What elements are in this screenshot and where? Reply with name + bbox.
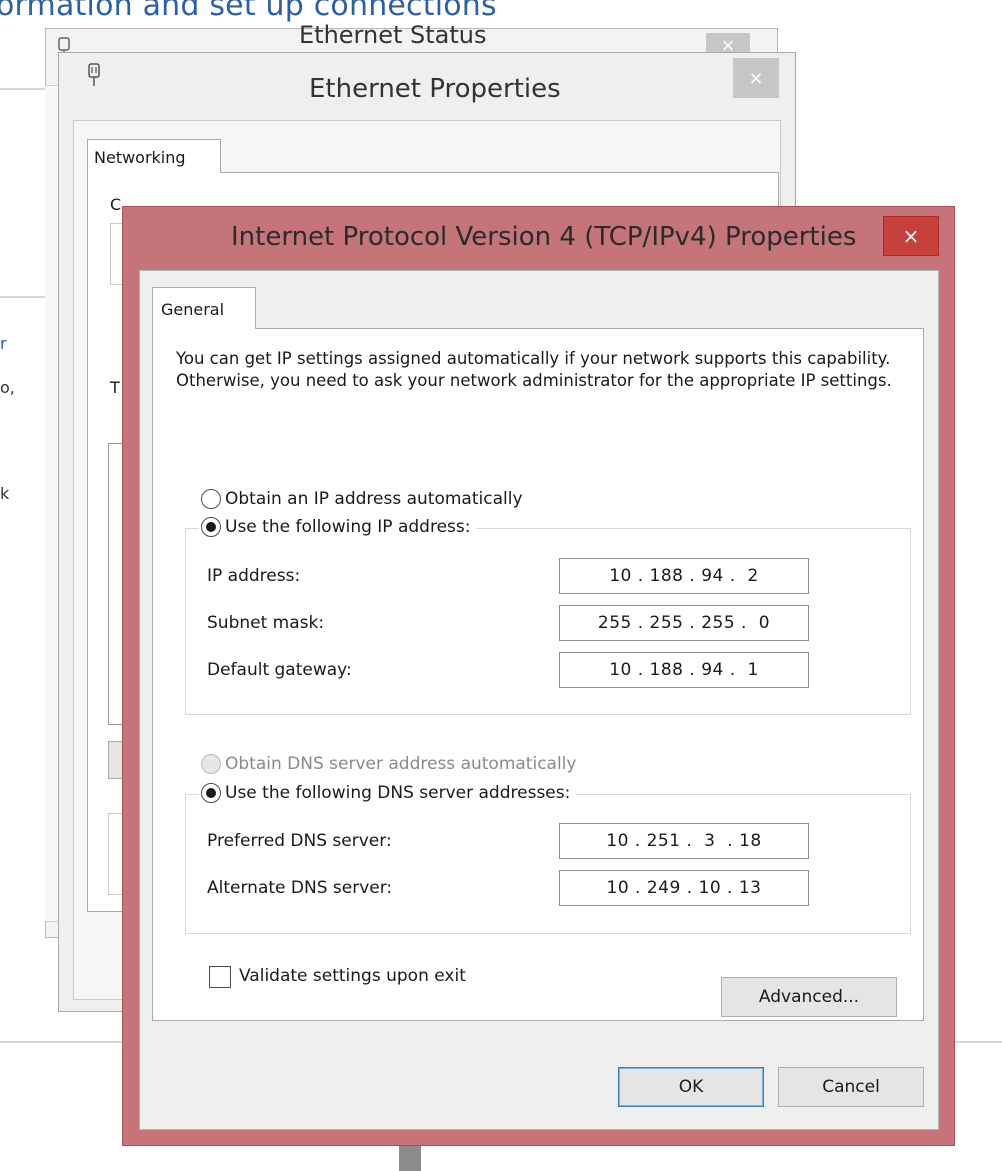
radio-label: Obtain an IP address automatically xyxy=(225,489,523,509)
window-title: Ethernet Properties xyxy=(309,74,561,104)
radio-indicator xyxy=(201,754,221,774)
ip-address-field[interactable]: 10 . 188 . 94 . 2 xyxy=(559,558,809,594)
advanced-button[interactable]: Advanced... xyxy=(721,977,897,1017)
dialog-body: General You can get IP settings assigned… xyxy=(139,270,939,1130)
obtain-ip-auto-radio[interactable]: Obtain an IP address automatically xyxy=(201,489,523,509)
background-text-fragment: o, xyxy=(0,378,15,397)
window-title: Ethernet Status xyxy=(299,21,487,49)
close-button[interactable]: × xyxy=(733,58,779,98)
close-button[interactable]: × xyxy=(883,216,939,256)
alternate-dns-label: Alternate DNS server: xyxy=(207,878,393,898)
subnet-mask-field[interactable]: 255 . 255 . 255 . 0 xyxy=(559,605,809,641)
connect-using-label: C xyxy=(110,195,122,214)
radio-label: Use the following IP address: xyxy=(225,517,471,537)
ip-address-label: IP address: xyxy=(207,566,301,586)
close-icon: × xyxy=(902,224,920,248)
network-adapter-icon xyxy=(88,63,100,86)
tab-networking[interactable]: Networking xyxy=(87,139,221,173)
default-gateway-label: Default gateway: xyxy=(207,660,352,680)
default-gateway-field[interactable]: 10 . 188 . 94 . 1 xyxy=(559,652,809,688)
validate-settings-label[interactable]: Validate settings upon exit xyxy=(239,966,466,986)
intro-text: You can get IP settings assigned automat… xyxy=(176,349,892,390)
monitor-stand xyxy=(399,1146,421,1171)
dialog-title: Internet Protocol Version 4 (TCP/IPv4) P… xyxy=(231,222,857,252)
ipv4-properties-dialog: Internet Protocol Version 4 (TCP/IPv4) P… xyxy=(122,206,955,1146)
radio-label: Use the following DNS server addresses: xyxy=(225,783,571,803)
tab-page-general: You can get IP settings assigned automat… xyxy=(152,328,924,1021)
cancel-button[interactable]: Cancel xyxy=(778,1067,924,1107)
validate-settings-checkbox[interactable] xyxy=(209,966,231,988)
radio-indicator xyxy=(201,783,221,803)
preferred-dns-label: Preferred DNS server: xyxy=(207,831,392,851)
connection-items-label: T xyxy=(110,378,120,397)
preferred-dns-field[interactable]: 10 . 251 . 3 . 18 xyxy=(559,823,809,859)
tab-general[interactable]: General xyxy=(152,287,256,329)
obtain-dns-auto-radio[interactable]: Obtain DNS server address automatically xyxy=(201,754,576,774)
divider xyxy=(955,1041,1002,1043)
subnet-mask-label: Subnet mask: xyxy=(207,613,325,633)
divider xyxy=(0,88,50,90)
radio-label: Obtain DNS server address automatically xyxy=(225,754,577,774)
divider xyxy=(0,1041,125,1043)
background-text-fragment: k xyxy=(0,484,10,503)
radio-indicator xyxy=(201,489,221,509)
close-icon: × xyxy=(748,67,764,89)
background-link-fragment[interactable]: r xyxy=(0,334,7,353)
alternate-dns-field[interactable]: 10 . 249 . 10 . 13 xyxy=(559,870,809,906)
divider xyxy=(0,296,50,298)
use-following-ip-radio[interactable]: Use the following IP address: xyxy=(199,517,477,537)
dns-server-group xyxy=(185,794,911,934)
control-panel-heading: ormation and set up connections xyxy=(0,0,497,23)
use-following-dns-radio[interactable]: Use the following DNS server addresses: xyxy=(199,783,577,803)
radio-indicator xyxy=(201,517,221,537)
ok-button[interactable]: OK xyxy=(618,1067,764,1107)
